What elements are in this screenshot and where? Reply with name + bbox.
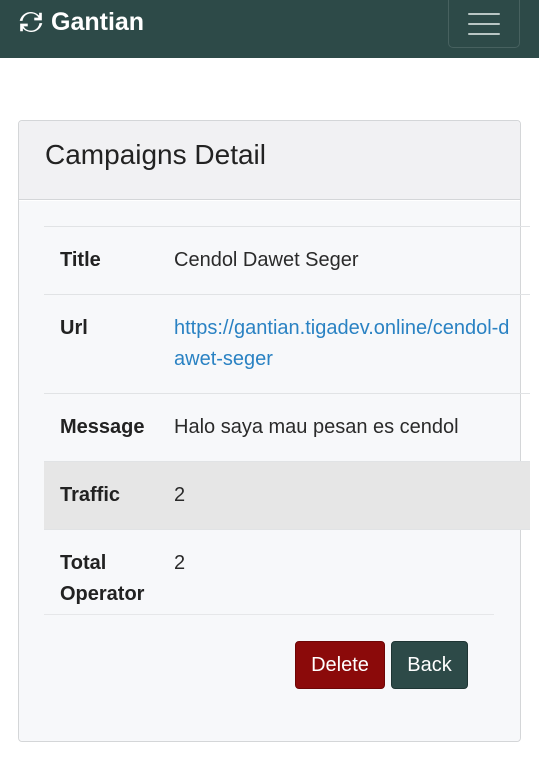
card-header: Campaigns Detail [19,121,520,200]
table-row-traffic: Traffic 2 [44,461,530,530]
table-row-message: Message Halo saya mau pesan es cendol [44,393,530,462]
table-row-title: Title Cendol Dawet Seger [44,226,530,295]
row-value: Halo saya mau pesan es cendol [158,393,530,462]
brand-link[interactable]: Gantian [18,7,144,37]
page-title: Campaigns Detail [45,139,266,170]
row-value: Cendol Dawet Seger [158,226,530,295]
brand-name: Gantian [51,7,145,36]
table-row-url: Url https://gantian.tigadev.online/cendo… [44,294,530,394]
sync-icon [19,12,43,32]
campaign-url-link[interactable]: https://gantian.tigadev.online/cendol-da… [174,317,509,370]
row-label: Url [44,294,158,394]
hamburger-menu-icon-bar [468,32,500,35]
navbar-toggle-button[interactable] [448,0,520,48]
campaign-detail-table: Title Cendol Dawet Seger Url https://gan… [44,226,530,628]
navbar: Gantian [0,0,539,58]
row-label: Message [44,393,158,462]
hamburger-menu-icon-bar [468,22,500,25]
row-value: 2 [158,461,530,530]
hamburger-menu-icon [468,12,500,15]
row-value: https://gantian.tigadev.online/cendol-da… [158,294,530,394]
row-label: Traffic [44,461,158,530]
delete-button[interactable]: Delete [295,641,385,689]
row-label: Title [44,226,158,295]
back-button[interactable]: Back [391,641,468,689]
divider [44,614,494,615]
